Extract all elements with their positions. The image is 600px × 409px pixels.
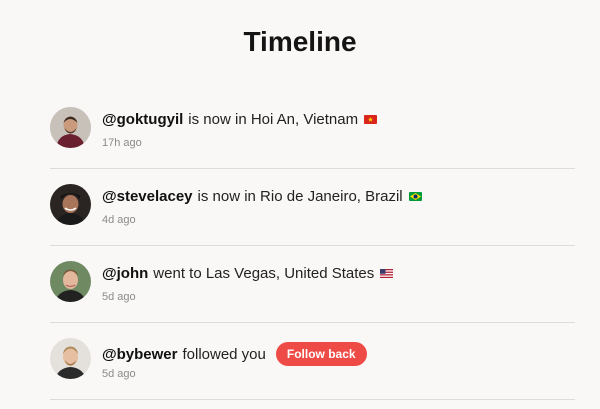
user-handle[interactable]: @john <box>102 265 148 282</box>
timeline-item: @goktugyil is now in Hoi An, Vietnam 17h… <box>50 92 575 169</box>
timeline-feed: @goktugyil is now in Hoi An, Vietnam 17h… <box>50 92 575 400</box>
user-handle[interactable]: @bybewer <box>102 346 177 363</box>
timeline-item: @stevelacey is now in Rio de Janeiro, Br… <box>50 169 575 246</box>
timestamp: 5d ago <box>102 368 136 380</box>
avatar[interactable] <box>50 184 91 225</box>
user-handle[interactable]: @goktugyil <box>102 111 183 128</box>
timeline-item: @bybewer followed you Follow back 5d ago <box>50 323 575 400</box>
usa-flag-icon <box>380 269 394 278</box>
timestamp: 4d ago <box>102 214 136 226</box>
activity-text: went to Las Vegas, United States <box>153 265 375 282</box>
timeline-item: @john went to Las Vegas, United States 5… <box>50 246 575 323</box>
timestamp: 17h ago <box>102 137 142 149</box>
page-title: Timeline <box>243 26 357 57</box>
vietnam-flag-icon <box>364 115 378 124</box>
timestamp: 5d ago <box>102 291 136 303</box>
activity-text: is now in Rio de Janeiro, Brazil <box>197 188 403 205</box>
brazil-flag-icon <box>408 192 422 201</box>
activity-text: is now in Hoi An, Vietnam <box>188 111 359 128</box>
activity-text: followed you <box>182 345 266 363</box>
avatar[interactable] <box>50 107 91 148</box>
user-handle[interactable]: @stevelacey <box>102 188 193 205</box>
avatar[interactable] <box>50 261 91 302</box>
follow-back-button[interactable]: Follow back <box>275 342 367 366</box>
avatar[interactable] <box>50 338 91 379</box>
